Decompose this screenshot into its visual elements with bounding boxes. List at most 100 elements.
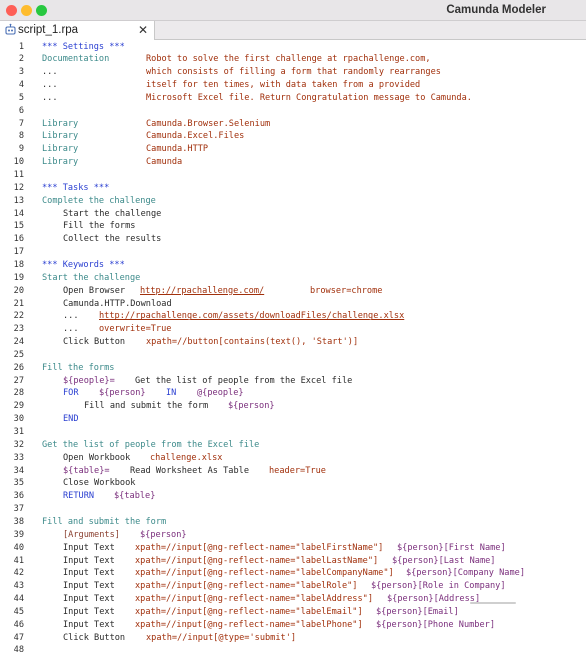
robot-icon	[4, 23, 18, 37]
line-number: 39	[13, 529, 24, 540]
code-token: Fill the forms	[63, 221, 136, 232]
code-line: 3... which consists of filling a form tha…	[0, 66, 586, 79]
code-line: 12 *** Tasks ***	[0, 182, 586, 195]
line-number: 44	[13, 594, 24, 605]
line-number: 36	[13, 491, 24, 502]
code-line: 7 Library Camunda.Browser.Selenium	[0, 118, 586, 131]
line-number: 2	[18, 54, 24, 65]
code-token: RETURN	[63, 491, 95, 502]
code-link[interactable]: http://rpachallenge.com/assets/downloadF…	[99, 310, 404, 323]
line-number: 47	[13, 632, 24, 643]
line-number: 29	[13, 401, 24, 412]
line-number: 33	[13, 452, 24, 463]
code-line: 1 *** Settings ***	[0, 41, 586, 54]
code-line: 22... http://rpachallenge.com/assets/down…	[0, 310, 586, 323]
code-token: Close Workbook	[63, 478, 136, 489]
code-token: Camunda.HTTP.Download	[63, 298, 172, 309]
code-line: 32 Get the list of people from the Excel …	[0, 439, 586, 452]
line-number: 15	[13, 221, 24, 232]
horizontal-scrollbar[interactable]	[470, 602, 516, 604]
code-token: FOR	[63, 388, 79, 399]
code-token: ${people}=	[63, 375, 115, 386]
code-token: Input Text	[63, 542, 115, 553]
code-token: Robot to solve the first challenge at rp…	[146, 54, 431, 65]
tab-label: script_1.rpa	[18, 24, 79, 36]
code-line: 2 Documentation Robot to solve the first c…	[0, 53, 586, 66]
code-line: 47 Click Button xpath=//input[@type='submi…	[0, 632, 586, 645]
code-token: *** Settings ***	[42, 41, 125, 52]
line-number: 23	[13, 324, 24, 335]
code-line: 11	[0, 169, 586, 182]
tab-bar: script_1.rpa ✕	[0, 21, 586, 40]
code-line: 13 Complete the challenge	[0, 195, 586, 208]
code-token: ${person}[Last Name]	[392, 555, 496, 566]
code-token: Library	[42, 118, 79, 129]
line-number: 43	[13, 581, 24, 592]
window-title: Camunda Modeler	[446, 4, 546, 16]
code-token: Collect the results	[63, 234, 162, 245]
code-line: 48	[0, 644, 586, 657]
code-line: 23... overwrite=True	[0, 323, 586, 336]
code-line: 19 Start the challenge	[0, 272, 586, 285]
code-line: 41 Input Text xpath=//input[@ng-reflect-na…	[0, 555, 586, 568]
code-line: 38 Fill and submit the form	[0, 516, 586, 529]
code-line: 21 Camunda.HTTP.Download	[0, 298, 586, 311]
close-tab-icon[interactable]: ✕	[138, 21, 148, 40]
code-token: which consists of filling a form that ra…	[146, 67, 441, 78]
line-number: 18	[13, 259, 24, 270]
code-token: header=True	[269, 465, 326, 476]
code-token: Camunda.HTTP	[146, 144, 209, 155]
code-token: Input Text	[63, 581, 115, 592]
code-line: 26 Fill the forms	[0, 362, 586, 375]
code-token: ${person}[Role in Company]	[371, 581, 506, 592]
line-number: 48	[13, 645, 24, 656]
line-number: 5	[18, 92, 24, 103]
line-number: 28	[13, 388, 24, 399]
line-number: 8	[18, 131, 24, 142]
code-editor[interactable]: 1 *** Settings *** 2 Documentation Robot to …	[0, 40, 586, 655]
code-line: 24 Click Button xpath=//button[contains(te…	[0, 336, 586, 349]
code-token: Documentation	[42, 54, 110, 65]
code-token: ...	[63, 311, 79, 322]
line-number: 30	[13, 414, 24, 425]
code-token: *** Keywords ***	[42, 259, 125, 270]
line-number: 4	[18, 80, 24, 91]
line-number: 45	[13, 606, 24, 617]
line-number: 46	[13, 619, 24, 630]
line-number: 40	[13, 542, 24, 553]
code-token: Fill the forms	[42, 362, 115, 373]
code-token: Microsoft Excel file. Return Congratulat…	[146, 92, 472, 103]
line-number: 17	[13, 247, 24, 258]
code-link[interactable]: http://rpachallenge.com/	[140, 285, 264, 298]
code-token: Input Text	[63, 594, 115, 605]
tab-script-1[interactable]: script_1.rpa ✕	[0, 21, 155, 40]
code-token: xpath=//input[@ng-reflect-name="labelCom…	[135, 568, 394, 579]
code-token: Input Text	[63, 606, 115, 617]
code-line: 18 *** Keywords ***	[0, 259, 586, 272]
line-number: 6	[18, 105, 24, 116]
code-token: ${table}	[114, 491, 156, 502]
line-number: 42	[13, 568, 24, 579]
code-token: ${person}[First Name]	[397, 542, 506, 553]
line-number: 34	[13, 465, 24, 476]
code-line: 39 [Arguments] ${person}	[0, 529, 586, 542]
line-number: 32	[13, 439, 24, 450]
code-token: Fill and submit the form	[84, 401, 209, 412]
line-number: 22	[13, 311, 24, 322]
code-line: 45 Input Text xpath=//input[@ng-reflect-na…	[0, 606, 586, 619]
line-number: 31	[13, 427, 24, 437]
line-number: 14	[13, 208, 24, 219]
code-token: ${person}[Email]	[376, 606, 459, 617]
code-token: Camunda.Excel.Files	[146, 131, 245, 142]
line-number: 10	[13, 157, 24, 168]
code-token: overwrite=True	[99, 324, 172, 335]
code-line: 34 ${table}= Read Worksheet As Table header…	[0, 465, 586, 478]
code-line: 10 Library Camunda	[0, 156, 586, 169]
code-token: Click Button	[63, 632, 126, 643]
code-token: END	[63, 414, 79, 425]
code-token: ${person}	[140, 529, 187, 540]
code-line: 16 Collect the results	[0, 233, 586, 246]
code-token: Library	[42, 157, 79, 168]
code-token: Camunda.Browser.Selenium	[146, 118, 271, 129]
code-line: 28 FOR ${person} IN @{people}	[0, 387, 586, 400]
